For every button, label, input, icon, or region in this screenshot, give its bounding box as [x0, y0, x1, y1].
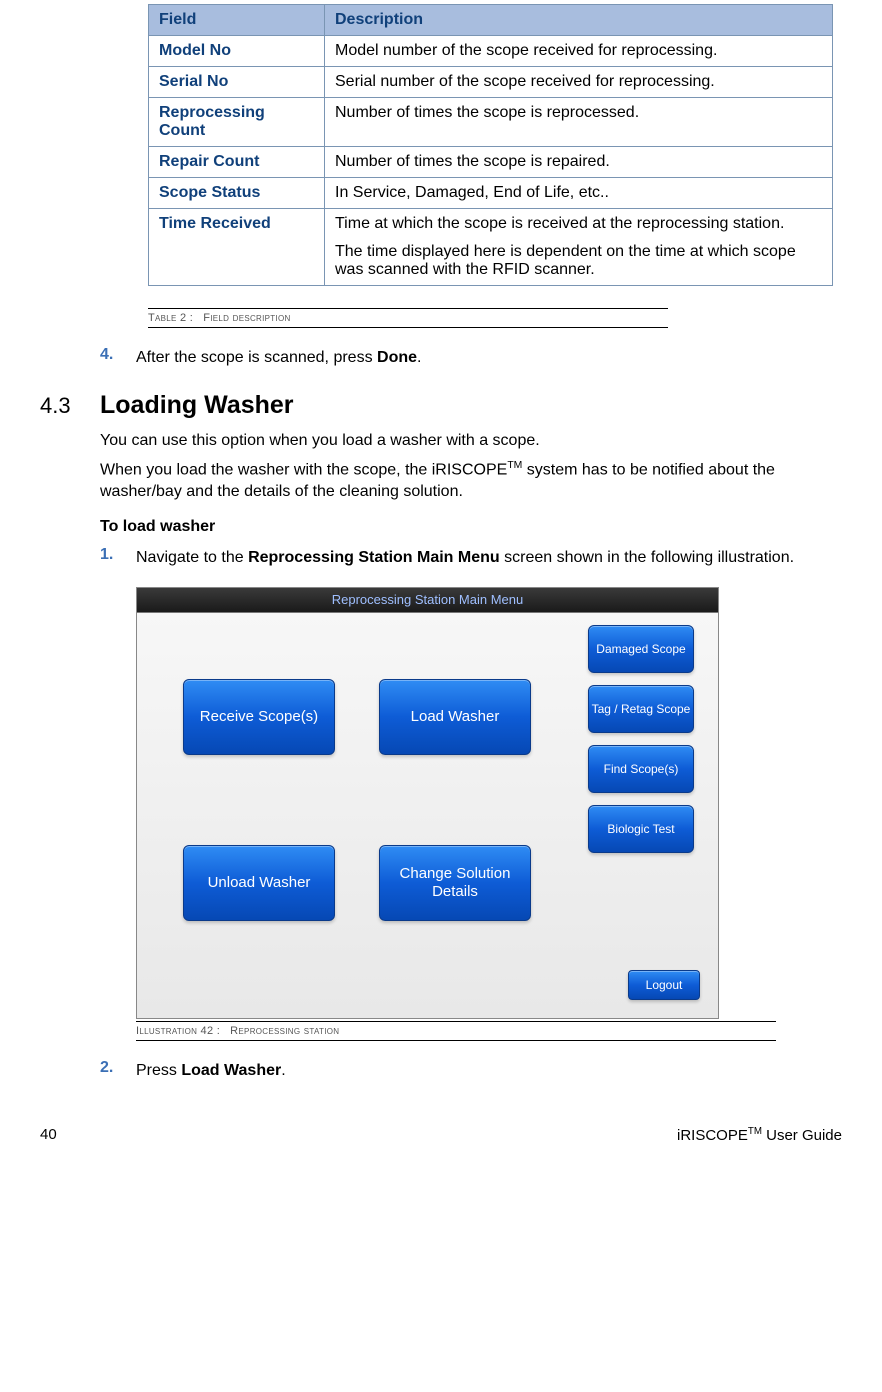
screen-titlebar: Reprocessing Station Main Menu — [137, 588, 718, 612]
table-caption-label: Field description — [203, 312, 290, 324]
biologic-test-button[interactable]: Biologic Test — [588, 805, 694, 853]
step-1-bold: Reprocessing Station Main Menu — [248, 549, 500, 566]
field-desc-cell: Model number of the scope received for r… — [325, 36, 833, 67]
step-4: 4. After the scope is scanned, press Don… — [100, 346, 842, 369]
section-heading: 4.3 Loading Washer — [40, 391, 842, 420]
illus-caption-prefix: Illustration 42 : — [136, 1025, 220, 1037]
step-2-text-pre: Press — [136, 1062, 181, 1079]
field-desc-cell: In Service, Damaged, End of Life, etc.. — [325, 178, 833, 209]
illustration-caption: Illustration 42 : Reprocessing station — [136, 1021, 776, 1041]
section-number: 4.3 — [40, 393, 100, 419]
field-name-cell: Repair Count — [149, 147, 325, 178]
page-number: 40 — [40, 1126, 57, 1144]
section-title: Loading Washer — [100, 391, 294, 420]
receive-scope-button[interactable]: Receive Scope(s) — [183, 679, 335, 755]
step-2-number: 2. — [100, 1059, 136, 1082]
field-description-table: Field Description Model NoModel number o… — [148, 4, 833, 286]
step-1-number: 1. — [100, 546, 136, 569]
step-1-text-pre: Navigate to the — [136, 549, 248, 566]
field-desc-cell: Number of times the scope is reprocessed… — [325, 98, 833, 147]
find-scope-button[interactable]: Find Scope(s) — [588, 745, 694, 793]
step-1: 1. Navigate to the Reprocessing Station … — [100, 546, 842, 569]
unload-washer-button[interactable]: Unload Washer — [183, 845, 335, 921]
para-1: You can use this option when you load a … — [100, 430, 842, 452]
field-name-cell: Model No — [149, 36, 325, 67]
table-caption-prefix: Table 2 : — [148, 312, 193, 324]
th-field: Field — [149, 5, 325, 36]
step-2-text-post: . — [281, 1062, 285, 1079]
step-4-bold: Done — [377, 349, 417, 366]
change-solution-details-button[interactable]: Change Solution Details — [379, 845, 531, 921]
table-row: Model NoModel number of the scope receiv… — [149, 36, 833, 67]
field-desc-cell: Time at which the scope is received at t… — [325, 209, 833, 286]
field-name-cell: Serial No — [149, 67, 325, 98]
to-load-washer-subhead: To load washer — [100, 518, 842, 536]
field-name-cell: Time Received — [149, 209, 325, 286]
para-2: When you load the washer with the scope,… — [100, 459, 842, 504]
field-desc-cell: Serial number of the scope received for … — [325, 67, 833, 98]
field-desc-cell: Number of times the scope is repaired. — [325, 147, 833, 178]
damaged-scope-button[interactable]: Damaged Scope — [588, 625, 694, 673]
step-4-text-pre: After the scope is scanned, press — [136, 349, 377, 366]
footer-right: iRISCOPETM User Guide — [677, 1126, 842, 1144]
field-name-cell: Scope Status — [149, 178, 325, 209]
step-2-bold: Load Washer — [181, 1062, 281, 1079]
logout-button[interactable]: Logout — [628, 970, 700, 1000]
step-2: 2. Press Load Washer. — [100, 1059, 842, 1082]
table-row: Serial NoSerial number of the scope rece… — [149, 67, 833, 98]
load-washer-button[interactable]: Load Washer — [379, 679, 531, 755]
table-caption: Table 2 : Field description — [148, 308, 668, 328]
table-row: Reprocessing CountNumber of times the sc… — [149, 98, 833, 147]
step-1-text-post: screen shown in the following illustrati… — [500, 549, 794, 566]
illustration-reprocessing-station: Reprocessing Station Main Menu Receive S… — [136, 587, 719, 1019]
page-footer: 40 iRISCOPETM User Guide — [40, 1126, 842, 1144]
tag-retag-scope-button[interactable]: Tag / Retag Scope — [588, 685, 694, 733]
table-row: Scope StatusIn Service, Damaged, End of … — [149, 178, 833, 209]
step-4-number: 4. — [100, 346, 136, 369]
th-description: Description — [325, 5, 833, 36]
step-4-text-post: . — [417, 349, 421, 366]
table-row: Repair CountNumber of times the scope is… — [149, 147, 833, 178]
illus-caption-label: Reprocessing station — [230, 1025, 339, 1037]
table-row: Time ReceivedTime at which the scope is … — [149, 209, 833, 286]
field-name-cell: Reprocessing Count — [149, 98, 325, 147]
